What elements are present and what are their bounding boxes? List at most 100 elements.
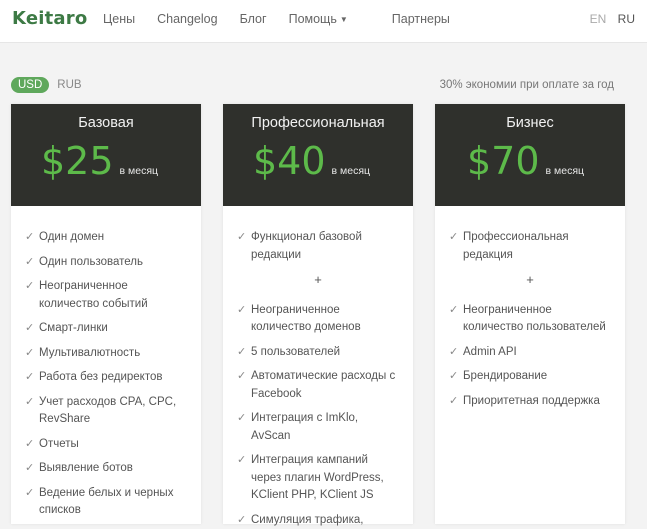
feature-text: Ведение белых и черных списков [39, 485, 187, 520]
feature-item: ✓Admin API [449, 344, 611, 362]
plan-card-professional: Профессиональная $40 в месяц ✓Функционал… [223, 104, 413, 524]
price-amount: $25 [41, 142, 114, 180]
annual-savings-note: 30% экономии при оплате за год [440, 79, 614, 91]
nav-link-partners[interactable]: Партнеры [392, 12, 450, 26]
check-icon: ✓ [237, 410, 251, 445]
feature-text: Интеграция с ImKlo, AvScan [251, 410, 399, 445]
nav-link-blog[interactable]: Блог [240, 12, 267, 26]
check-icon: ✓ [25, 320, 39, 338]
feature-item: ✓Функционал базовой редакции [237, 229, 399, 264]
check-icon: ✓ [449, 368, 463, 386]
plan-name: Профессиональная [223, 115, 413, 131]
check-icon: ✓ [449, 302, 463, 337]
feature-list: ✓Профессиональная редакция + ✓Неограниче… [435, 206, 625, 410]
check-icon: ✓ [237, 452, 251, 505]
check-icon: ✓ [25, 229, 39, 247]
currency-rub-button[interactable]: RUB [57, 79, 81, 91]
feature-item: ✓Ведение белых и черных списков [25, 485, 187, 520]
plus-separator: + [237, 271, 399, 289]
plus-separator: + [449, 271, 611, 289]
feature-text: Выявление ботов [39, 460, 133, 478]
feature-text: Один домен [39, 229, 104, 247]
nav-link-help[interactable]: Помощь▼ [289, 12, 370, 26]
main-nav: Цены Changelog Блог Помощь▼ Партнеры [103, 12, 472, 26]
feature-item: ✓Работа без редиректов [25, 369, 187, 387]
feature-item: ✓Отчеты [25, 436, 187, 454]
feature-item: ✓Смарт-линки [25, 320, 187, 338]
feature-text: Профессиональная редакция [463, 229, 611, 264]
check-icon: ✓ [25, 345, 39, 363]
feature-item: ✓Мультивалютность [25, 345, 187, 363]
price-period: в месяц [546, 165, 585, 177]
check-icon: ✓ [25, 485, 39, 520]
feature-item: ✓Один домен [25, 229, 187, 247]
plan-price: $70 в месяц [467, 142, 584, 180]
nav-link-changelog[interactable]: Changelog [157, 12, 217, 26]
feature-item: ✓Симуляция трафика, [237, 512, 399, 529]
plan-card-business: Бизнес $70 в месяц ✓Профессиональная ред… [435, 104, 625, 524]
feature-text: Мультивалютность [39, 345, 140, 363]
feature-text: Неограниченное количество пользователей [463, 302, 611, 337]
check-icon: ✓ [237, 344, 251, 362]
price-period: в месяц [332, 165, 371, 177]
check-icon: ✓ [237, 368, 251, 403]
check-icon: ✓ [237, 229, 251, 264]
feature-item: ✓Неограниченное количество событий [25, 278, 187, 313]
feature-item: ✓Брендирование [449, 368, 611, 386]
feature-text: Учет расходов CPA, CPC, RevShare [39, 394, 187, 429]
plan-name: Базовая [11, 115, 201, 131]
check-icon: ✓ [237, 302, 251, 337]
check-icon: ✓ [449, 344, 463, 362]
check-icon: ✓ [25, 278, 39, 313]
top-navigation: Keitaro Цены Changelog Блог Помощь▼ Парт… [0, 0, 647, 43]
feature-item: ✓Приоритетная поддержка [449, 393, 611, 411]
feature-text: Автоматические расходы с Facebook [251, 368, 399, 403]
currency-usd-button[interactable]: USD [11, 77, 49, 93]
feature-list: ✓Один домен ✓Один пользователь ✓Неограни… [11, 206, 201, 520]
feature-text: Отчеты [39, 436, 79, 454]
check-icon: ✓ [237, 512, 251, 529]
chevron-down-icon: ▼ [340, 15, 348, 24]
plan-header: Бизнес $70 в месяц [435, 104, 625, 206]
feature-text: Функционал базовой редакции [251, 229, 399, 264]
nav-link-prices[interactable]: Цены [103, 12, 135, 26]
feature-item: ✓Интеграция с ImKlo, AvScan [237, 410, 399, 445]
feature-item: ✓Профессиональная редакция [449, 229, 611, 264]
feature-text: Смарт-линки [39, 320, 108, 338]
plan-header: Профессиональная $40 в месяц [223, 104, 413, 206]
price-amount: $70 [467, 142, 540, 180]
feature-item: ✓Автоматические расходы с Facebook [237, 368, 399, 403]
feature-item: ✓Интеграция кампаний через плагин WordPr… [237, 452, 399, 505]
price-period: в месяц [120, 165, 159, 177]
feature-item: ✓Выявление ботов [25, 460, 187, 478]
plan-name: Бизнес [435, 115, 625, 131]
feature-text: Приоритетная поддержка [463, 393, 600, 411]
check-icon: ✓ [449, 229, 463, 264]
check-icon: ✓ [25, 436, 39, 454]
feature-text: Неограниченное количество доменов [251, 302, 399, 337]
check-icon: ✓ [25, 369, 39, 387]
check-icon: ✓ [25, 394, 39, 429]
feature-item: ✓Один пользователь [25, 254, 187, 272]
feature-text: Admin API [463, 344, 517, 362]
currency-toggle: USD RUB [11, 77, 82, 93]
plan-card-basic: Базовая $25 в месяц ✓Один домен ✓Один по… [11, 104, 201, 524]
keitaro-logo[interactable]: Keitaro [12, 8, 87, 29]
feature-item: ✓Неограниченное количество пользователей [449, 302, 611, 337]
nav-help-label: Помощь [289, 12, 337, 26]
check-icon: ✓ [449, 393, 463, 411]
feature-text: Интеграция кампаний через плагин WordPre… [251, 452, 399, 505]
plan-price: $25 в месяц [41, 142, 158, 180]
feature-list: ✓Функционал базовой редакции + ✓Неограни… [223, 206, 413, 529]
feature-item: ✓Учет расходов CPA, CPC, RevShare [25, 394, 187, 429]
plan-header: Базовая $25 в месяц [11, 104, 201, 206]
feature-item: ✓5 пользователей [237, 344, 399, 362]
feature-text: 5 пользователей [251, 344, 340, 362]
feature-text: Брендирование [463, 368, 547, 386]
check-icon: ✓ [25, 254, 39, 272]
lang-ru[interactable]: RU [618, 12, 635, 26]
lang-en[interactable]: EN [590, 12, 607, 26]
language-switcher: EN RU [582, 12, 635, 26]
check-icon: ✓ [25, 460, 39, 478]
plan-price: $40 в месяц [253, 142, 370, 180]
